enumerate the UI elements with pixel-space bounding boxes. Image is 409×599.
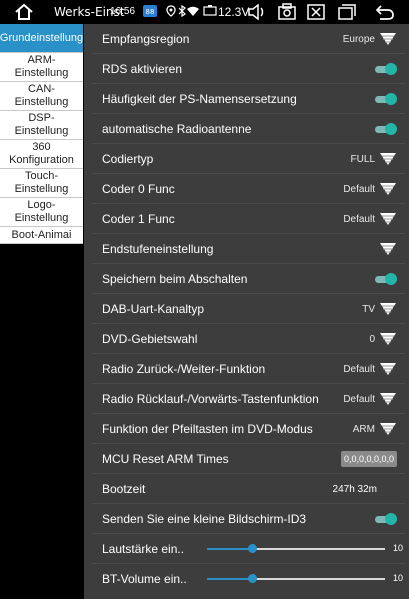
setting-label: Lautstärke ein.. xyxy=(102,541,185,556)
sidebar-item-touch-einstellung[interactable]: Touch-Einstellung xyxy=(0,169,83,198)
setting-label: DVD-Gebietswahl xyxy=(102,331,198,346)
mcu-reset-value[interactable]: 0,0,0,0,0,0,0 xyxy=(340,451,397,467)
setting-label: Funktion der Pfeiltasten im DVD-Modus xyxy=(102,421,313,436)
setting-coder-1-func[interactable]: Coder 1 Func Default xyxy=(92,204,405,234)
setting-label: Codiertyp xyxy=(102,151,154,166)
toggle-switch[interactable] xyxy=(375,123,397,135)
volume-slider[interactable] xyxy=(207,544,385,553)
svg-text:88: 88 xyxy=(146,8,155,16)
setting-ps-namensersetzung[interactable]: Häufigkeit der PS-Namensersetzung xyxy=(92,84,405,114)
voltage-readout: 12.3V xyxy=(218,5,250,19)
sidebar-item-logo-einstellung[interactable]: Logo-Einstellung xyxy=(0,198,83,227)
setting-value: TV xyxy=(362,303,375,315)
setting-label: Coder 0 Func xyxy=(102,181,175,196)
sidebar: Grundeinstellung ARM-Einstellung CAN-Ein… xyxy=(0,24,83,244)
setting-lautstaerke[interactable]: Lautstärke ein.. 10 xyxy=(92,534,405,564)
sidebar-item-grundeinstellung[interactable]: Grundeinstellung xyxy=(0,24,83,53)
dropdown-icon[interactable] xyxy=(379,421,397,437)
setting-label: automatische Radioantenne xyxy=(102,121,252,136)
toggle-switch[interactable] xyxy=(375,63,397,75)
setting-label: Radio Rücklauf-/Vorwärts-Tastenfunktion xyxy=(102,391,319,406)
app-badge-icon: 88 xyxy=(143,5,157,21)
setting-radio-zurueck-weiter[interactable]: Radio Zurück-/Weiter-Funktion Default xyxy=(92,354,405,384)
setting-rds-aktivieren[interactable]: RDS aktivieren xyxy=(92,54,405,84)
setting-bildschirm-id3[interactable]: Senden Sie eine kleine Bildschirm-ID3 xyxy=(92,504,405,534)
setting-value: 0 xyxy=(369,333,375,345)
slider-fill xyxy=(207,548,252,550)
setting-label: RDS aktivieren xyxy=(102,61,183,76)
setting-label: Empfangsregion xyxy=(102,31,190,46)
setting-bootzeit: Bootzeit 247h 32m xyxy=(92,474,405,504)
setting-label: Speichern beim Abschalten xyxy=(102,271,248,286)
setting-codiertyp[interactable]: Codiertyp FULL xyxy=(92,144,405,174)
dropdown-icon[interactable] xyxy=(379,301,397,317)
setting-label: DAB-Uart-Kanaltyp xyxy=(102,301,205,316)
setting-dvd-gebietswahl[interactable]: DVD-Gebietswahl 0 xyxy=(92,324,405,354)
dropdown-icon[interactable] xyxy=(379,211,397,227)
setting-value: ARM xyxy=(352,423,375,435)
setting-label: MCU Reset ARM Times xyxy=(102,451,229,466)
settings-panel: Empfangsregion Europe RDS aktivieren Häu… xyxy=(84,24,409,599)
back-icon[interactable] xyxy=(375,3,395,21)
setting-label: Endstufeneinstellung xyxy=(102,241,214,256)
volume-icon[interactable] xyxy=(247,3,267,21)
slider-value: 10 xyxy=(392,543,403,553)
clock: 16:56 xyxy=(110,6,136,17)
setting-radio-ruecklauf-vorwaerts[interactable]: Radio Rücklauf-/Vorwärts-Tastenfunktion … xyxy=(92,384,405,414)
slider-value: 10 xyxy=(392,573,403,583)
slider-thumb[interactable] xyxy=(247,574,257,583)
setting-value: Default xyxy=(343,213,375,225)
close-icon[interactable] xyxy=(306,3,326,21)
toggle-switch[interactable] xyxy=(375,93,397,105)
dropdown-icon[interactable] xyxy=(379,151,397,167)
screenshot-icon[interactable] xyxy=(277,3,297,21)
toggle-switch[interactable] xyxy=(375,273,397,285)
setting-bt-volume[interactable]: BT-Volume ein.. 10 xyxy=(92,564,405,594)
setting-speichern-beim-abschalten[interactable]: Speichern beim Abschalten xyxy=(92,264,405,294)
toggle-switch[interactable] xyxy=(375,513,397,525)
sidebar-item-360-konfiguration[interactable]: 360 Konfiguration xyxy=(0,140,83,169)
home-icon[interactable] xyxy=(14,3,34,21)
setting-automatische-radioantenne[interactable]: automatische Radioantenne xyxy=(92,114,405,144)
status-bar: Werks-Einst 16:56 88 12.3V xyxy=(0,0,409,24)
bluetooth-icon xyxy=(178,4,186,21)
slider-fill xyxy=(207,578,252,580)
battery-icon xyxy=(203,5,217,21)
setting-label: Häufigkeit der PS-Namensersetzung xyxy=(102,91,297,106)
setting-label: Senden Sie eine kleine Bildschirm-ID3 xyxy=(102,511,307,526)
location-icon xyxy=(166,5,176,21)
setting-endstufeneinstellung[interactable]: Endstufeneinstellung xyxy=(92,234,405,264)
wifi-icon xyxy=(187,5,199,21)
setting-label: BT-Volume ein.. xyxy=(102,572,187,586)
setting-value: FULL xyxy=(350,153,375,165)
sidebar-item-dsp-einstellung[interactable]: DSP-Einstellung xyxy=(0,111,83,140)
setting-value: Default xyxy=(343,393,375,405)
dropdown-icon[interactable] xyxy=(379,361,397,377)
setting-empfangsregion[interactable]: Empfangsregion Europe xyxy=(92,24,405,54)
setting-label: Coder 1 Func xyxy=(102,211,175,226)
bt-volume-slider[interactable] xyxy=(207,574,385,583)
dropdown-icon[interactable] xyxy=(379,331,397,347)
sidebar-item-boot-animation[interactable]: Boot-Animai xyxy=(0,227,83,244)
recent-apps-icon[interactable] xyxy=(337,3,357,21)
sidebar-item-can-einstellung[interactable]: CAN-Einstellung xyxy=(0,82,83,111)
dropdown-icon[interactable] xyxy=(379,241,397,257)
dropdown-icon[interactable] xyxy=(379,391,397,407)
setting-mcu-reset-arm-times[interactable]: MCU Reset ARM Times 0,0,0,0,0,0,0 xyxy=(92,444,405,474)
dropdown-icon[interactable] xyxy=(379,31,397,47)
slider-thumb[interactable] xyxy=(247,544,257,553)
setting-label: Bootzeit xyxy=(102,481,146,496)
setting-dvd-pfeiltasten[interactable]: Funktion der Pfeiltasten im DVD-Modus AR… xyxy=(92,414,405,444)
setting-value: Default xyxy=(343,363,375,375)
setting-value: Europe xyxy=(342,33,375,45)
sidebar-item-arm-einstellung[interactable]: ARM-Einstellung xyxy=(0,53,83,82)
setting-label: Radio Zurück-/Weiter-Funktion xyxy=(102,361,266,376)
dropdown-icon[interactable] xyxy=(379,181,397,197)
setting-coder-0-func[interactable]: Coder 0 Func Default xyxy=(92,174,405,204)
bootzeit-value: 247h 32m xyxy=(332,483,377,495)
setting-value: Default xyxy=(343,183,375,195)
setting-dab-uart-kanaltyp[interactable]: DAB-Uart-Kanaltyp TV xyxy=(92,294,405,324)
